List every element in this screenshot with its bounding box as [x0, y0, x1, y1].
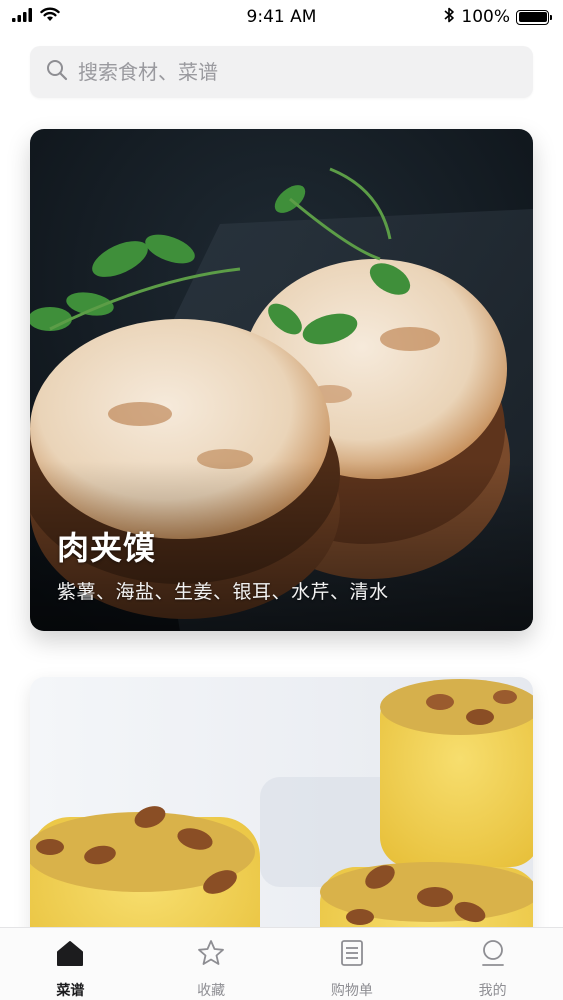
- tab-label: 我的: [478, 983, 507, 999]
- tab-shopping-list[interactable]: 购物单: [282, 928, 423, 1000]
- battery-percent: 100%: [461, 7, 510, 27]
- search-icon: [46, 59, 68, 85]
- profile-icon: [478, 938, 508, 972]
- recipe-ingredients: 紫薯、海盐、生姜、银耳、水芹、清水: [57, 581, 389, 603]
- recipe-card[interactable]: 肉夹馍 紫薯、海盐、生姜、银耳、水芹、清水: [30, 129, 533, 631]
- battery-level: [518, 12, 547, 22]
- recipe-title: 肉夹馍: [57, 529, 157, 567]
- wifi-icon: [40, 7, 60, 27]
- status-left: [12, 7, 60, 27]
- list-icon: [337, 938, 367, 972]
- status-bar: 9:41 AM 100%: [0, 0, 563, 34]
- home-icon: [55, 938, 85, 972]
- battery-icon: [516, 9, 552, 25]
- star-icon: [196, 938, 226, 972]
- tab-label: 购物单: [330, 983, 373, 999]
- tab-favorites[interactable]: 收藏: [141, 928, 282, 1000]
- tab-recipes[interactable]: 菜谱: [0, 928, 141, 1000]
- search-bar[interactable]: [30, 46, 533, 98]
- search-input[interactable]: [78, 60, 478, 84]
- status-right: 100%: [443, 6, 552, 29]
- tab-profile[interactable]: 我的: [422, 928, 563, 1000]
- tab-label: 菜谱: [56, 983, 85, 999]
- tab-label: 收藏: [197, 983, 226, 999]
- app-screen: 9:41 AM 100% 搜索食材、菜谱 肉夹馍 紫薯、海盐、生姜、银耳、水芹、…: [0, 0, 563, 1000]
- tab-bar: 菜谱 收藏 购物单 我的: [0, 927, 563, 1000]
- cellular-signal-icon: [12, 7, 34, 27]
- bluetooth-icon: [443, 6, 455, 29]
